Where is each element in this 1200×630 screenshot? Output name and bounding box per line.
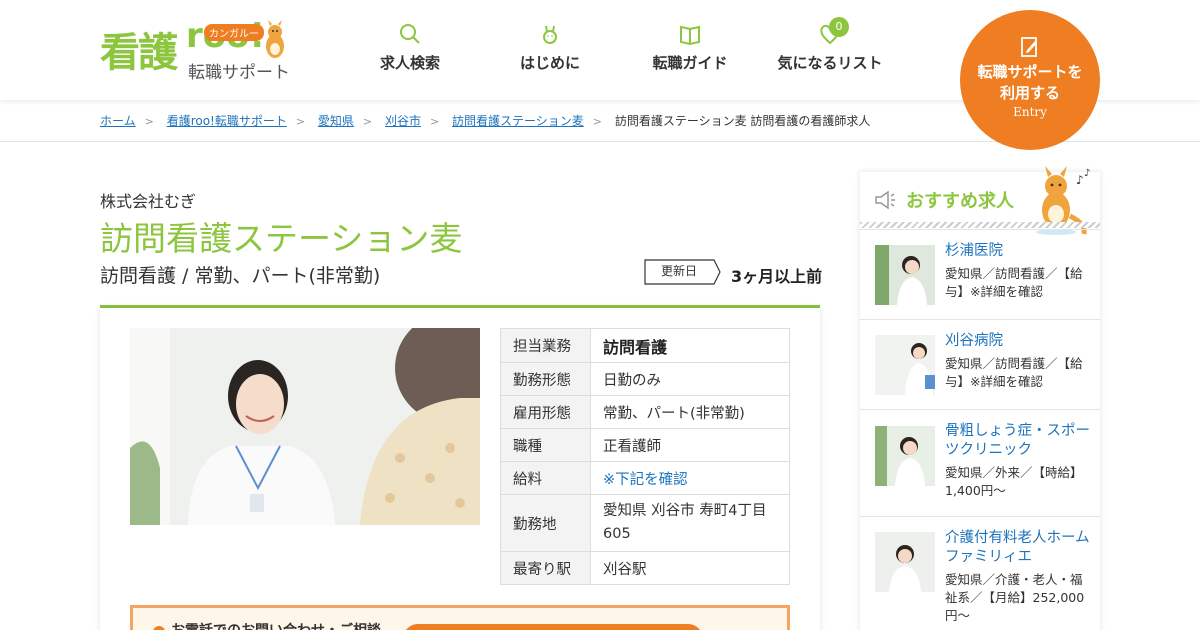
phone-consult-button[interactable] xyxy=(403,624,703,630)
recommended-job-item[interactable]: 刈谷病院 愛知県／訪問看護／【給与】※詳細を確認 xyxy=(860,319,1100,409)
job-thumbnail xyxy=(875,335,935,395)
updated-value: 3ヶ月以上前 xyxy=(731,267,823,286)
detail-key: 最寄り駅 xyxy=(500,551,591,585)
nurse-thumbnail-image xyxy=(875,335,935,395)
recommended-jobs-sidebar: おすすめ求人 ♪ ♪ 杉浦医院 愛知県／訪問看護／【給与】※詳細を確認 刈谷病院 … xyxy=(860,166,1100,630)
table-row: 給料 ※下記を確認 xyxy=(500,461,790,495)
phone-consult-text: お電話でのお問い合わせ・ご相談 xyxy=(171,620,381,630)
detail-value: 訪問看護 xyxy=(590,328,790,363)
nav-career-guide[interactable]: 転職ガイド xyxy=(648,22,732,82)
detail-value: 正看護師 xyxy=(590,428,790,462)
nav-label: はじめに xyxy=(519,54,580,72)
recommended-job-item[interactable]: 骨粗しょう症・スポーツクリニック 愛知県／外来／【時給】1,400円〜 xyxy=(860,409,1100,516)
chevron-right-icon: > xyxy=(144,115,154,128)
breadcrumb-service[interactable]: 看護roo!転職サポート xyxy=(167,114,287,128)
job-name: 骨粗しょう症・スポーツクリニック xyxy=(945,423,1090,458)
logo-badge: カンガルー xyxy=(204,24,264,41)
job-subtitle: 訪問看護 / 常勤、パート(非常勤) xyxy=(100,265,381,287)
detail-value: 日勤のみ xyxy=(590,362,790,396)
detail-key: 担当業務 xyxy=(500,328,591,363)
nav-favorites[interactable]: 0 気になるリスト xyxy=(772,17,888,82)
chevron-right-icon: > xyxy=(295,115,306,128)
sidebar-title: おすすめ求人 xyxy=(906,191,1014,212)
job-meta: 愛知県／訪問看護／【給与】※詳細を確認 xyxy=(945,356,1083,389)
job-thumbnail xyxy=(875,426,935,486)
nav-label: 求人検索 xyxy=(379,54,440,72)
svg-text:♪: ♪ xyxy=(1076,173,1084,187)
page-title: 訪問看護ステーション麦 xyxy=(100,219,463,258)
nurse-photo-image xyxy=(130,328,480,525)
job-detail-table: 担当業務 訪問看護 勤務形態 日勤のみ 雇用形態 常勤、パート(非常勤) 職種 正看護師… xyxy=(500,328,790,585)
salary-link[interactable]: ※下記を確認 xyxy=(590,461,790,495)
table-row: 勤務地 愛知県 刈谷市 寿町4丁目605 xyxy=(500,494,790,552)
breadcrumb-prefecture[interactable]: 愛知県 xyxy=(318,114,354,128)
breadcrumb-home[interactable]: ホーム xyxy=(100,114,136,128)
table-row: 職種 正看護師 xyxy=(500,428,790,462)
nav-job-search[interactable]: 求人検索 xyxy=(370,22,450,82)
recommended-job-item[interactable]: 杉浦医院 愛知県／訪問看護／【給与】※詳細を確認 xyxy=(860,229,1100,319)
edit-icon xyxy=(1021,37,1037,57)
nurse-thumbnail-image xyxy=(875,426,935,486)
job-name: 杉浦医院 xyxy=(945,243,1003,259)
breadcrumb-city[interactable]: 刈谷市 xyxy=(385,114,421,128)
search-icon xyxy=(400,24,420,44)
nurse-thumbnail-image xyxy=(875,245,935,305)
phone-consult-banner[interactable]: お電話でのお問い合わせ・ご相談 xyxy=(130,605,790,630)
recommended-job-item[interactable]: 介護付有料老人ホームファミリィエ 愛知県／介護・老人・福祉系／【月給】252,0… xyxy=(860,516,1100,630)
detail-key: 雇用形態 xyxy=(500,395,591,429)
detail-value: 愛知県 刈谷市 寿町4丁目605 xyxy=(590,494,790,552)
table-row: 雇用形態 常勤、パート(非常勤) xyxy=(500,395,790,429)
detail-key: 勤務地 xyxy=(500,494,591,552)
job-thumbnail xyxy=(875,245,935,305)
detail-value: 常勤、パート(非常勤) xyxy=(590,395,790,429)
job-photo xyxy=(130,328,480,525)
job-name: 刈谷病院 xyxy=(945,333,1003,349)
company-name: 株式会社むぎ xyxy=(100,192,197,211)
chevron-right-icon: > xyxy=(429,115,440,128)
kangaroo-mascot-icon xyxy=(266,20,284,58)
entry-button[interactable]: 転職サポートを利用する Entry xyxy=(960,10,1100,150)
bullet-icon xyxy=(153,626,165,630)
detail-key: 職種 xyxy=(500,428,591,462)
nav-intro[interactable]: はじめに xyxy=(510,22,590,82)
logo-main-text: 看護 xyxy=(100,30,178,76)
job-meta: 愛知県／外来／【時給】1,400円〜 xyxy=(945,465,1083,498)
breadcrumb-facility[interactable]: 訪問看護ステーション麦 xyxy=(452,114,584,128)
megaphone-icon xyxy=(875,190,895,210)
job-detail-card: 担当業務 訪問看護 勤務形態 日勤のみ 雇用形態 常勤、パート(非常勤) 職種 正看護師… xyxy=(100,308,820,630)
book-icon xyxy=(680,25,700,46)
kangaroo-icon xyxy=(543,25,557,44)
sidebar-header: おすすめ求人 ♪ ♪ xyxy=(860,166,1100,235)
detail-key: 給料 xyxy=(500,461,591,495)
table-row: 最寄り駅 刈谷駅 xyxy=(500,551,790,585)
job-name: 介護付有料老人ホームファミリィエ xyxy=(945,530,1090,565)
site-logo[interactable]: 看護 roo! カンガルー 転職サポート xyxy=(100,16,295,83)
job-meta: 愛知県／訪問看護／【給与】※詳細を確認 xyxy=(945,266,1083,299)
svg-text:♪: ♪ xyxy=(1084,168,1090,179)
detail-value: 刈谷駅 xyxy=(590,551,790,585)
job-meta: 愛知県／介護・老人・福祉系／【月給】252,000円〜 xyxy=(945,572,1085,623)
updated-label: 更新日 xyxy=(660,264,697,278)
chevron-right-icon: > xyxy=(592,115,603,128)
table-row: 担当業務 訪問看護 xyxy=(500,328,790,363)
entry-sub-label: Entry xyxy=(1013,105,1047,119)
nav-label: 転職ガイド xyxy=(652,54,728,72)
nav-label: 気になるリスト xyxy=(777,54,883,72)
entry-label: 転職サポートを利用する xyxy=(977,63,1083,102)
favorites-count-badge: 0 xyxy=(829,17,849,37)
breadcrumb: ホーム > 看護roo!転職サポート > 愛知県 > 刈谷市 > 訪問看護ステーション麦… xyxy=(100,112,870,129)
detail-key: 勤務形態 xyxy=(500,362,591,396)
sidebar-header-stripe xyxy=(860,222,1100,228)
updated-tag: 更新日 xyxy=(644,259,721,285)
table-row: 勤務形態 日勤のみ xyxy=(500,362,790,396)
breadcrumb-current: 訪問看護ステーション麦 訪問看護の看護師求人 xyxy=(614,114,871,128)
job-thumbnail xyxy=(875,532,935,592)
chevron-right-icon: > xyxy=(362,115,373,128)
nurse-thumbnail-image xyxy=(875,532,935,592)
